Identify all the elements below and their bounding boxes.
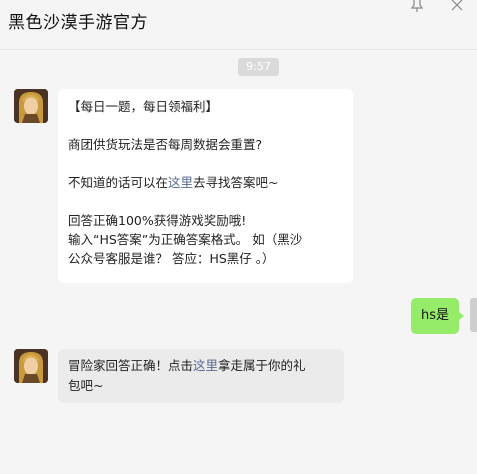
message-timestamp: 9:57: [238, 58, 279, 76]
message-line: 公众号客服是谁？ 答应：HS黑仔 。）: [68, 251, 275, 266]
incoming-message-bubble: 【每日一题，每日领福利】 商团供货玩法是否每周数据会重置? 不知道的话可以在这里…: [58, 89, 353, 283]
chat-header: 黑色沙漠手游官方: [0, 0, 477, 50]
message-line: 包吧~: [68, 378, 104, 393]
message-text: 去寻找答案吧~: [193, 175, 279, 190]
message-text: 不知道的话可以在: [68, 175, 169, 190]
message-line: 商团供货玩法是否每周数据会重置?: [68, 137, 263, 152]
close-icon[interactable]: [450, 0, 464, 12]
message-line: 输入“HS答案”为正确答案格式。 如（黑沙: [68, 232, 303, 247]
pin-icon[interactable]: [410, 0, 424, 12]
message-text: 拿走属于你的礼: [218, 358, 306, 373]
message-text: 冒险家回答正确！点击: [68, 358, 194, 373]
message-line: 冒险家回答正确！点击这里拿走属于你的礼: [68, 356, 334, 376]
official-account-avatar[interactable]: [14, 89, 48, 123]
character-portrait-icon: [14, 349, 48, 383]
chat-title: 黑色沙漠手游官方: [8, 13, 148, 33]
reply-text: hs是: [421, 308, 450, 323]
reward-link[interactable]: 这里: [193, 358, 218, 373]
outgoing-message-bubble: hs是: [411, 298, 465, 334]
answer-link[interactable]: 这里: [168, 175, 193, 190]
message-line: 【每日一题，每日领福利】: [68, 99, 219, 114]
official-account-avatar[interactable]: [14, 349, 48, 383]
user-avatar[interactable]: [470, 298, 477, 332]
message-line: 不知道的话可以在这里去寻找答案吧~: [68, 173, 343, 192]
message-line: 回答正确100%获得游戏奖励哦!: [68, 213, 247, 228]
character-portrait-icon: [14, 89, 48, 123]
incoming-message-bubble: 冒险家回答正确！点击这里拿走属于你的礼 包吧~: [58, 349, 344, 403]
